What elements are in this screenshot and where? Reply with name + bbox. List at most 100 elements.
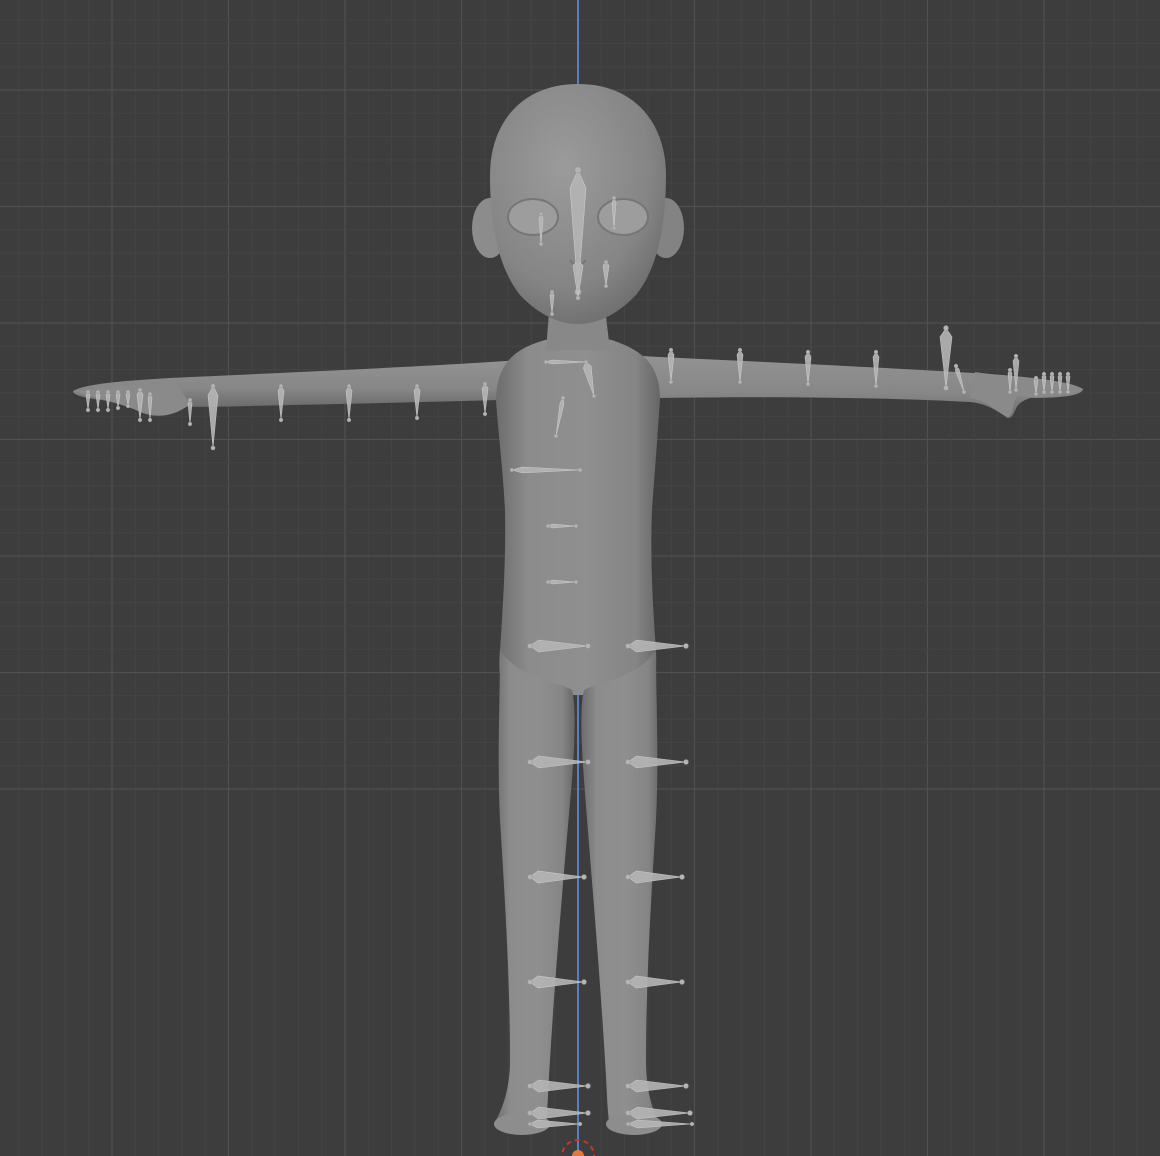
bone-joint[interactable] <box>527 1083 533 1089</box>
bone-joint[interactable] <box>527 643 533 649</box>
left-eye-mesh[interactable] <box>507 198 559 236</box>
bone[interactable] <box>85 391 91 411</box>
bone-joint[interactable] <box>147 417 153 423</box>
bone[interactable] <box>115 391 121 409</box>
bone-joint[interactable] <box>1041 389 1047 395</box>
bone-joint[interactable] <box>137 387 143 393</box>
bone[interactable] <box>529 975 585 989</box>
bone[interactable] <box>187 399 193 425</box>
bone-joint[interactable] <box>683 1083 689 1089</box>
bone-joint[interactable] <box>95 407 101 413</box>
bone-joint[interactable] <box>414 415 420 421</box>
bone[interactable] <box>529 1106 589 1120</box>
bone-joint[interactable] <box>683 643 689 649</box>
bone-joint[interactable] <box>625 874 631 880</box>
bone-joint[interactable] <box>575 295 581 301</box>
bone-joint[interactable] <box>509 467 515 473</box>
viewport-canvas[interactable] <box>0 0 1160 1156</box>
bone-joint[interactable] <box>1057 389 1063 395</box>
bone-joint[interactable] <box>527 1121 533 1127</box>
bone[interactable] <box>627 975 683 989</box>
bone-joint[interactable] <box>95 389 101 395</box>
bone-joint[interactable] <box>85 407 91 413</box>
bone-joint[interactable] <box>583 359 589 365</box>
bone-joint[interactable] <box>482 411 488 417</box>
bone[interactable] <box>95 391 101 411</box>
bone[interactable] <box>627 1079 687 1093</box>
bone-joint[interactable] <box>125 389 131 395</box>
bone-joint[interactable] <box>527 979 533 985</box>
bone-joint[interactable] <box>585 643 591 649</box>
bone-joint[interactable] <box>611 195 617 201</box>
bone-joint[interactable] <box>545 579 551 585</box>
bone-joint[interactable] <box>611 225 617 231</box>
bone-joint[interactable] <box>187 421 193 427</box>
bone-joint[interactable] <box>585 1110 591 1116</box>
bone-joint[interactable] <box>603 283 609 289</box>
bone-joint[interactable] <box>805 381 811 387</box>
bone-joint[interactable] <box>538 241 544 247</box>
bone-joint[interactable] <box>581 979 587 985</box>
bone-joint[interactable] <box>943 385 949 391</box>
bone-joint[interactable] <box>961 389 967 395</box>
bone[interactable] <box>105 391 111 411</box>
bone-joint[interactable] <box>603 259 609 265</box>
bone-joint[interactable] <box>1065 371 1071 377</box>
bone-joint[interactable] <box>625 643 631 649</box>
bone[interactable] <box>627 1106 691 1120</box>
bone-joint[interactable] <box>346 383 352 389</box>
bone-joint[interactable] <box>953 363 959 369</box>
bone-joint[interactable] <box>679 874 685 880</box>
bone-joint[interactable] <box>187 397 193 403</box>
bone-joint[interactable] <box>1049 371 1055 377</box>
bone-joint[interactable] <box>1033 375 1039 381</box>
bone-joint[interactable] <box>1007 389 1013 395</box>
bone-joint[interactable] <box>137 417 143 423</box>
bone-joint[interactable] <box>1013 387 1019 393</box>
bone-joint[interactable] <box>527 1110 533 1116</box>
bone-joint[interactable] <box>115 389 121 395</box>
bone-joint[interactable] <box>278 383 284 389</box>
bone-joint[interactable] <box>943 325 949 331</box>
3d-viewport[interactable] <box>0 0 1160 1156</box>
bone-joint[interactable] <box>1057 371 1063 377</box>
bone-joint[interactable] <box>585 1083 591 1089</box>
bone-joint[interactable] <box>873 383 879 389</box>
bone-joint[interactable] <box>85 389 91 395</box>
bone[interactable] <box>627 639 687 653</box>
bone-joint[interactable] <box>591 393 597 399</box>
bone-joint[interactable] <box>1007 367 1013 373</box>
bone-joint[interactable] <box>549 311 555 317</box>
bone-joint[interactable] <box>873 349 879 355</box>
bone-joint[interactable] <box>560 395 566 401</box>
bone-joint[interactable] <box>105 389 111 395</box>
bone-joint[interactable] <box>668 347 674 353</box>
bone-joint[interactable] <box>1065 389 1071 395</box>
bone-joint[interactable] <box>538 211 544 217</box>
bone-joint[interactable] <box>1049 389 1055 395</box>
bone-joint[interactable] <box>147 391 153 397</box>
bone-joint[interactable] <box>625 759 631 765</box>
bone-joint[interactable] <box>1033 391 1039 397</box>
bone-joint[interactable] <box>414 383 420 389</box>
bone-joint[interactable] <box>210 383 216 389</box>
bone[interactable] <box>207 385 219 449</box>
bone-joint[interactable] <box>573 523 579 529</box>
bone-joint[interactable] <box>210 445 216 451</box>
bone-joint[interactable] <box>1041 371 1047 377</box>
bone-joint[interactable] <box>689 1121 695 1127</box>
left-leg-mesh[interactable] <box>494 650 575 1132</box>
bone-joint[interactable] <box>625 1083 631 1089</box>
bone-joint[interactable] <box>737 347 743 353</box>
bone-joint[interactable] <box>1013 353 1019 359</box>
bone-joint[interactable] <box>679 979 685 985</box>
bone-joint[interactable] <box>482 381 488 387</box>
bone-joint[interactable] <box>115 405 121 411</box>
bone-joint[interactable] <box>545 523 551 529</box>
bone-joint[interactable] <box>581 874 587 880</box>
bone-joint[interactable] <box>668 379 674 385</box>
bone-joint[interactable] <box>737 379 743 385</box>
bone-joint[interactable] <box>805 349 811 355</box>
bone[interactable] <box>627 870 683 884</box>
bone-joint[interactable] <box>577 1121 583 1127</box>
